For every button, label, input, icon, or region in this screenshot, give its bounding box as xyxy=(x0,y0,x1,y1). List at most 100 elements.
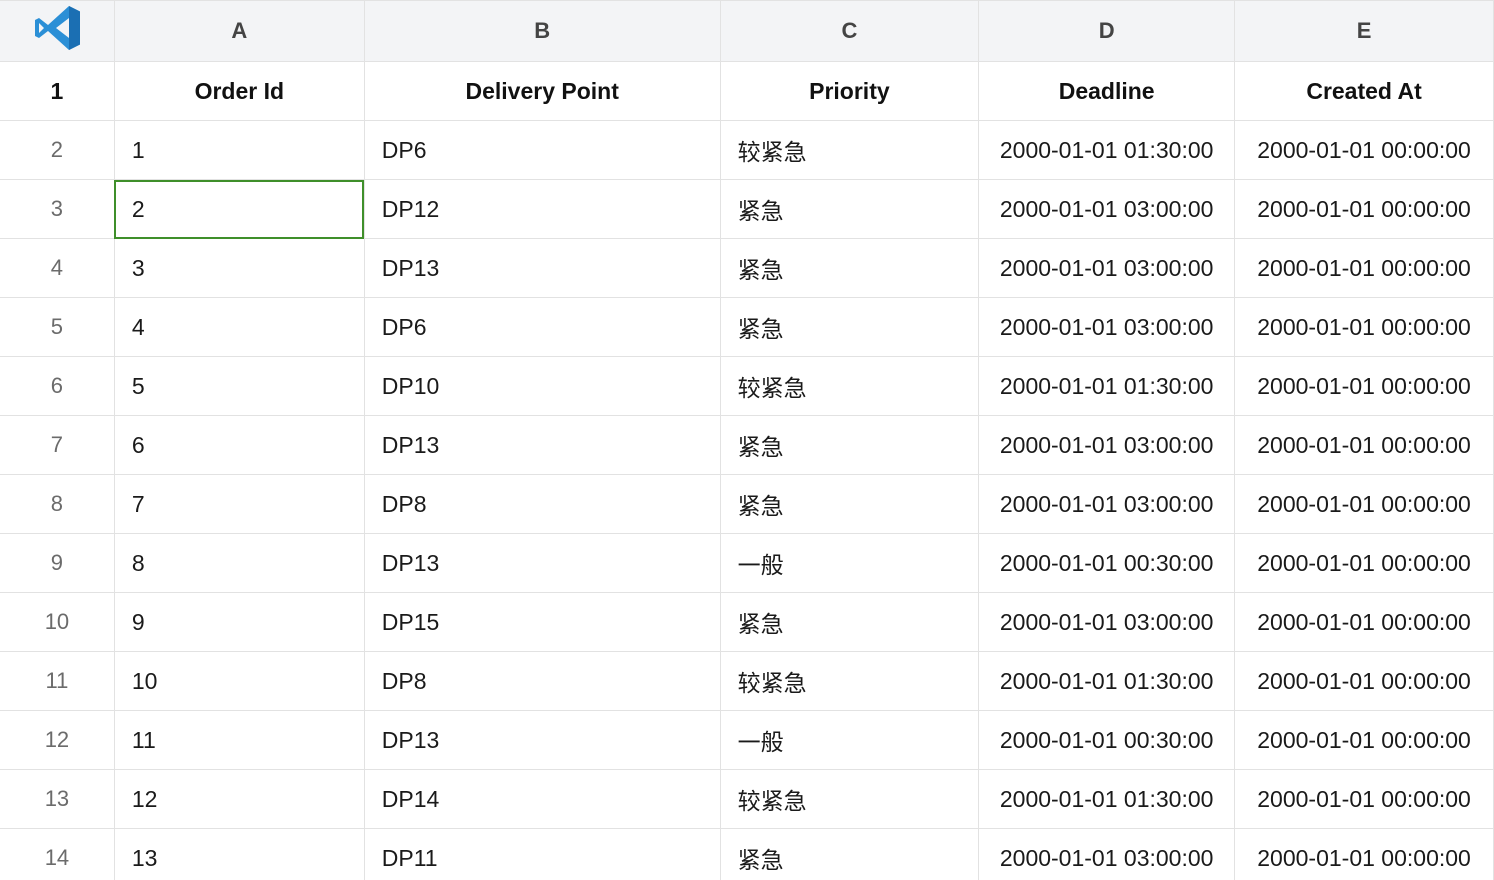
row-number[interactable]: 9 xyxy=(0,533,115,593)
cell-delivery-point[interactable]: DP13 xyxy=(364,415,721,475)
cell-created-at[interactable]: 2000-01-01 00:00:00 xyxy=(1234,356,1494,416)
cell-deadline[interactable]: 2000-01-01 00:30:00 xyxy=(978,710,1236,770)
cell-priority[interactable]: 紧急 xyxy=(720,179,980,239)
cell-order-id[interactable]: 5 xyxy=(114,356,365,416)
header-cell-priority[interactable]: Priority xyxy=(720,61,980,121)
cell-deadline[interactable]: 2000-01-01 00:30:00 xyxy=(978,533,1236,593)
cell-order-id[interactable]: 8 xyxy=(114,533,365,593)
cell-priority[interactable]: 紧急 xyxy=(720,297,980,357)
cell-deadline[interactable]: 2000-01-01 03:00:00 xyxy=(978,238,1236,298)
cell-delivery-point[interactable]: DP6 xyxy=(364,120,721,180)
row-number[interactable]: 10 xyxy=(0,592,115,652)
cell-created-at[interactable]: 2000-01-01 00:00:00 xyxy=(1234,297,1494,357)
cell-created-at[interactable]: 2000-01-01 00:00:00 xyxy=(1234,533,1494,593)
table-row: 13 12 DP14 较紧急 2000-01-01 01:30:00 2000-01-01… xyxy=(0,769,1494,829)
cell-created-at[interactable]: 2000-01-01 00:00:00 xyxy=(1234,415,1494,475)
table-row: 14 13 DP11 紧急 2000-01-01 03:00:00 2000-01-01 … xyxy=(0,828,1494,880)
table-row: 2 1 DP6 较紧急 2000-01-01 01:30:00 2000-01-01 00… xyxy=(0,120,1494,180)
row-number[interactable]: 3 xyxy=(0,179,115,239)
cell-delivery-point[interactable]: DP6 xyxy=(364,297,721,357)
cell-priority[interactable]: 一般 xyxy=(720,710,980,770)
cell-created-at[interactable]: 2000-01-01 00:00:00 xyxy=(1234,179,1494,239)
cell-created-at[interactable]: 2000-01-01 00:00:00 xyxy=(1234,238,1494,298)
cell-delivery-point[interactable]: DP13 xyxy=(364,238,721,298)
cell-delivery-point[interactable]: DP11 xyxy=(364,828,721,880)
cell-order-id[interactable]: 2 xyxy=(114,179,365,239)
cell-created-at[interactable]: 2000-01-01 00:00:00 xyxy=(1234,769,1494,829)
cell-created-at[interactable]: 2000-01-01 00:00:00 xyxy=(1234,474,1494,534)
spreadsheet-grid: A B C D E 1 Order Id Delivery Point Prio… xyxy=(0,0,1494,880)
row-number[interactable]: 2 xyxy=(0,120,115,180)
row-number[interactable]: 11 xyxy=(0,651,115,711)
header-cell-delivery-point[interactable]: Delivery Point xyxy=(364,61,721,121)
cell-priority[interactable]: 紧急 xyxy=(720,415,980,475)
cell-order-id[interactable]: 6 xyxy=(114,415,365,475)
cell-created-at[interactable]: 2000-01-01 00:00:00 xyxy=(1234,651,1494,711)
table-row: 7 6 DP13 紧急 2000-01-01 03:00:00 2000-01-01 00… xyxy=(0,415,1494,475)
cell-deadline[interactable]: 2000-01-01 01:30:00 xyxy=(978,356,1236,416)
cell-order-id[interactable]: 10 xyxy=(114,651,365,711)
cell-order-id[interactable]: 11 xyxy=(114,710,365,770)
cell-deadline[interactable]: 2000-01-01 01:30:00 xyxy=(978,651,1236,711)
cell-delivery-point[interactable]: DP8 xyxy=(364,474,721,534)
header-cell-deadline[interactable]: Deadline xyxy=(978,61,1236,121)
header-cell-created-at[interactable]: Created At xyxy=(1234,61,1494,121)
cell-created-at[interactable]: 2000-01-01 00:00:00 xyxy=(1234,828,1494,880)
cell-priority[interactable]: 紧急 xyxy=(720,592,980,652)
column-header-d[interactable]: D xyxy=(978,0,1236,62)
cell-priority[interactable]: 较紧急 xyxy=(720,651,980,711)
row-number[interactable]: 1 xyxy=(0,61,115,121)
cell-delivery-point[interactable]: DP14 xyxy=(364,769,721,829)
cell-deadline[interactable]: 2000-01-01 01:30:00 xyxy=(978,769,1236,829)
cell-created-at[interactable]: 2000-01-01 00:00:00 xyxy=(1234,592,1494,652)
cell-order-id[interactable]: 1 xyxy=(114,120,365,180)
cell-created-at[interactable]: 2000-01-01 00:00:00 xyxy=(1234,710,1494,770)
row-number[interactable]: 7 xyxy=(0,415,115,475)
row-number[interactable]: 6 xyxy=(0,356,115,416)
row-number[interactable]: 14 xyxy=(0,828,115,880)
cell-delivery-point[interactable]: DP10 xyxy=(364,356,721,416)
cell-delivery-point[interactable]: DP8 xyxy=(364,651,721,711)
cell-delivery-point[interactable]: DP15 xyxy=(364,592,721,652)
row-number[interactable]: 5 xyxy=(0,297,115,357)
cell-delivery-point[interactable]: DP12 xyxy=(364,179,721,239)
row-number[interactable]: 12 xyxy=(0,710,115,770)
cell-priority[interactable]: 较紧急 xyxy=(720,769,980,829)
cell-order-id[interactable]: 9 xyxy=(114,592,365,652)
cell-priority[interactable]: 较紧急 xyxy=(720,120,980,180)
cell-order-id[interactable]: 7 xyxy=(114,474,365,534)
column-header-a[interactable]: A xyxy=(114,0,365,62)
cell-priority[interactable]: 紧急 xyxy=(720,474,980,534)
cell-priority[interactable]: 一般 xyxy=(720,533,980,593)
row-number[interactable]: 4 xyxy=(0,238,115,298)
corner-cell xyxy=(0,0,115,62)
column-header-e[interactable]: E xyxy=(1234,0,1494,62)
cell-delivery-point[interactable]: DP13 xyxy=(364,533,721,593)
column-header-c[interactable]: C xyxy=(720,0,980,62)
row-number[interactable]: 8 xyxy=(0,474,115,534)
cell-priority[interactable]: 较紧急 xyxy=(720,356,980,416)
cell-delivery-point[interactable]: DP13 xyxy=(364,710,721,770)
cell-created-at[interactable]: 2000-01-01 00:00:00 xyxy=(1234,120,1494,180)
cell-order-id[interactable]: 13 xyxy=(114,828,365,880)
table-row: 11 10 DP8 较紧急 2000-01-01 01:30:00 2000-01-01 … xyxy=(0,651,1494,711)
cell-order-id[interactable]: 4 xyxy=(114,297,365,357)
cell-priority[interactable]: 紧急 xyxy=(720,828,980,880)
cell-deadline[interactable]: 2000-01-01 03:00:00 xyxy=(978,415,1236,475)
cell-deadline[interactable]: 2000-01-01 01:30:00 xyxy=(978,120,1236,180)
column-header-b[interactable]: B xyxy=(364,0,721,62)
cell-deadline[interactable]: 2000-01-01 03:00:00 xyxy=(978,179,1236,239)
spreadsheet: A B C D E 1 Order Id Delivery Point Prio… xyxy=(0,0,1494,880)
cell-deadline[interactable]: 2000-01-01 03:00:00 xyxy=(978,474,1236,534)
row-number[interactable]: 13 xyxy=(0,769,115,829)
cell-deadline[interactable]: 2000-01-01 03:00:00 xyxy=(978,592,1236,652)
cell-deadline[interactable]: 2000-01-01 03:00:00 xyxy=(978,828,1236,880)
column-header-row: A B C D E xyxy=(0,0,1494,62)
cell-order-id[interactable]: 3 xyxy=(114,238,365,298)
cell-deadline[interactable]: 2000-01-01 03:00:00 xyxy=(978,297,1236,357)
header-cell-order-id[interactable]: Order Id xyxy=(114,61,365,121)
cell-order-id[interactable]: 12 xyxy=(114,769,365,829)
table-header-row: 1 Order Id Delivery Point Priority Deadl… xyxy=(0,61,1494,121)
cell-priority[interactable]: 紧急 xyxy=(720,238,980,298)
table-row: 4 3 DP13 紧急 2000-01-01 03:00:00 2000-01-01 00… xyxy=(0,238,1494,298)
